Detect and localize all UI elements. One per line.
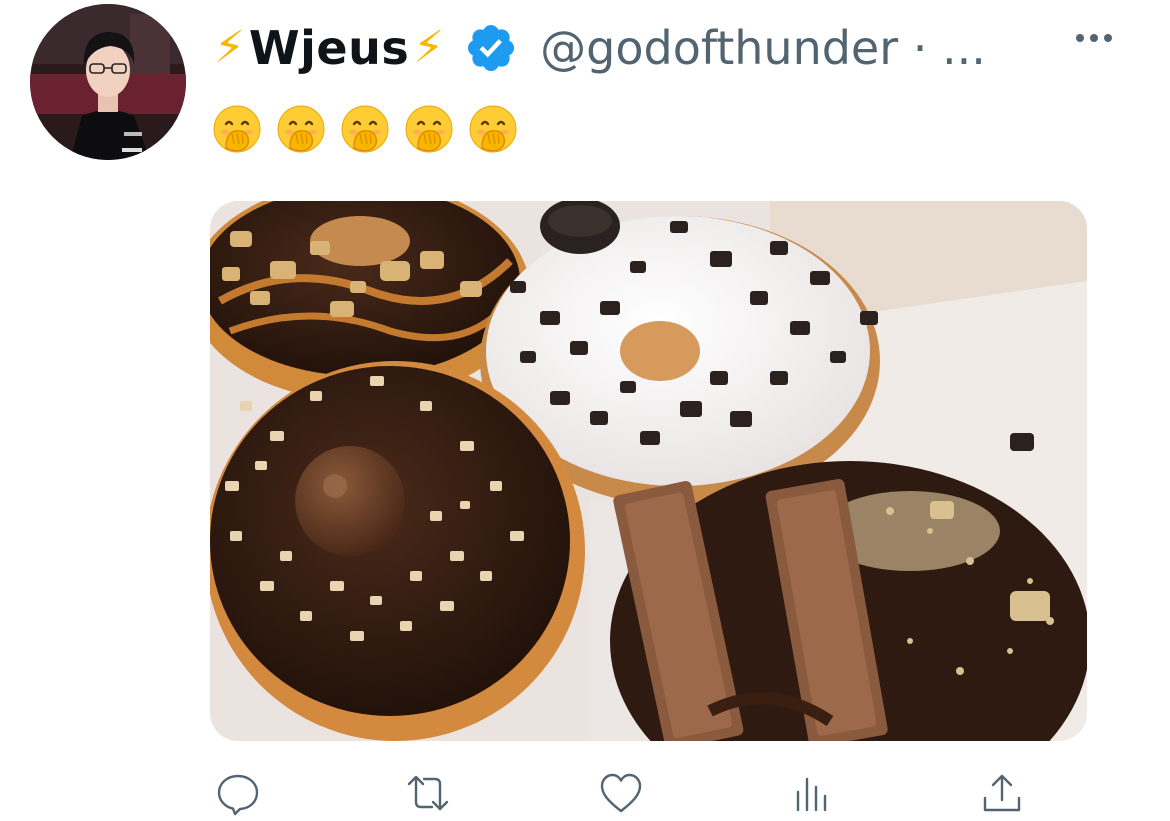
analytics-button[interactable] <box>788 770 836 816</box>
tweet-action-bar <box>0 770 1170 816</box>
verified-badge-icon <box>468 24 515 72</box>
hand-over-mouth-emoji-icon <box>405 105 453 153</box>
author-display-name[interactable]: Wjeus <box>249 21 409 75</box>
hand-over-mouth-emoji-icon <box>341 105 389 153</box>
reply-button[interactable] <box>214 770 262 816</box>
tweet-header: ⚡ Wjeus ⚡ @godofthunder · ... <box>214 16 986 80</box>
like-icon <box>600 773 642 813</box>
retweet-button[interactable] <box>404 770 452 816</box>
lightning-emoji-right: ⚡ <box>413 22 445 73</box>
hand-over-mouth-emoji-icon <box>213 105 261 153</box>
retweet-icon <box>407 775 449 811</box>
hand-over-mouth-emoji-icon <box>277 105 325 153</box>
tweet-text <box>212 104 518 154</box>
author-handle[interactable]: @godofthunder · ... <box>540 21 986 75</box>
like-button[interactable] <box>597 770 645 816</box>
hand-over-mouth-emoji-icon <box>469 105 517 153</box>
tweet-media-photo[interactable] <box>210 201 1087 741</box>
lightning-emoji-left: ⚡ <box>214 22 245 73</box>
share-icon <box>983 774 1021 812</box>
more-options-icon[interactable] <box>1076 34 1112 42</box>
share-button[interactable] <box>978 770 1026 816</box>
author-avatar[interactable] <box>30 4 186 160</box>
reply-icon <box>217 774 259 816</box>
analytics-icon <box>796 777 827 812</box>
